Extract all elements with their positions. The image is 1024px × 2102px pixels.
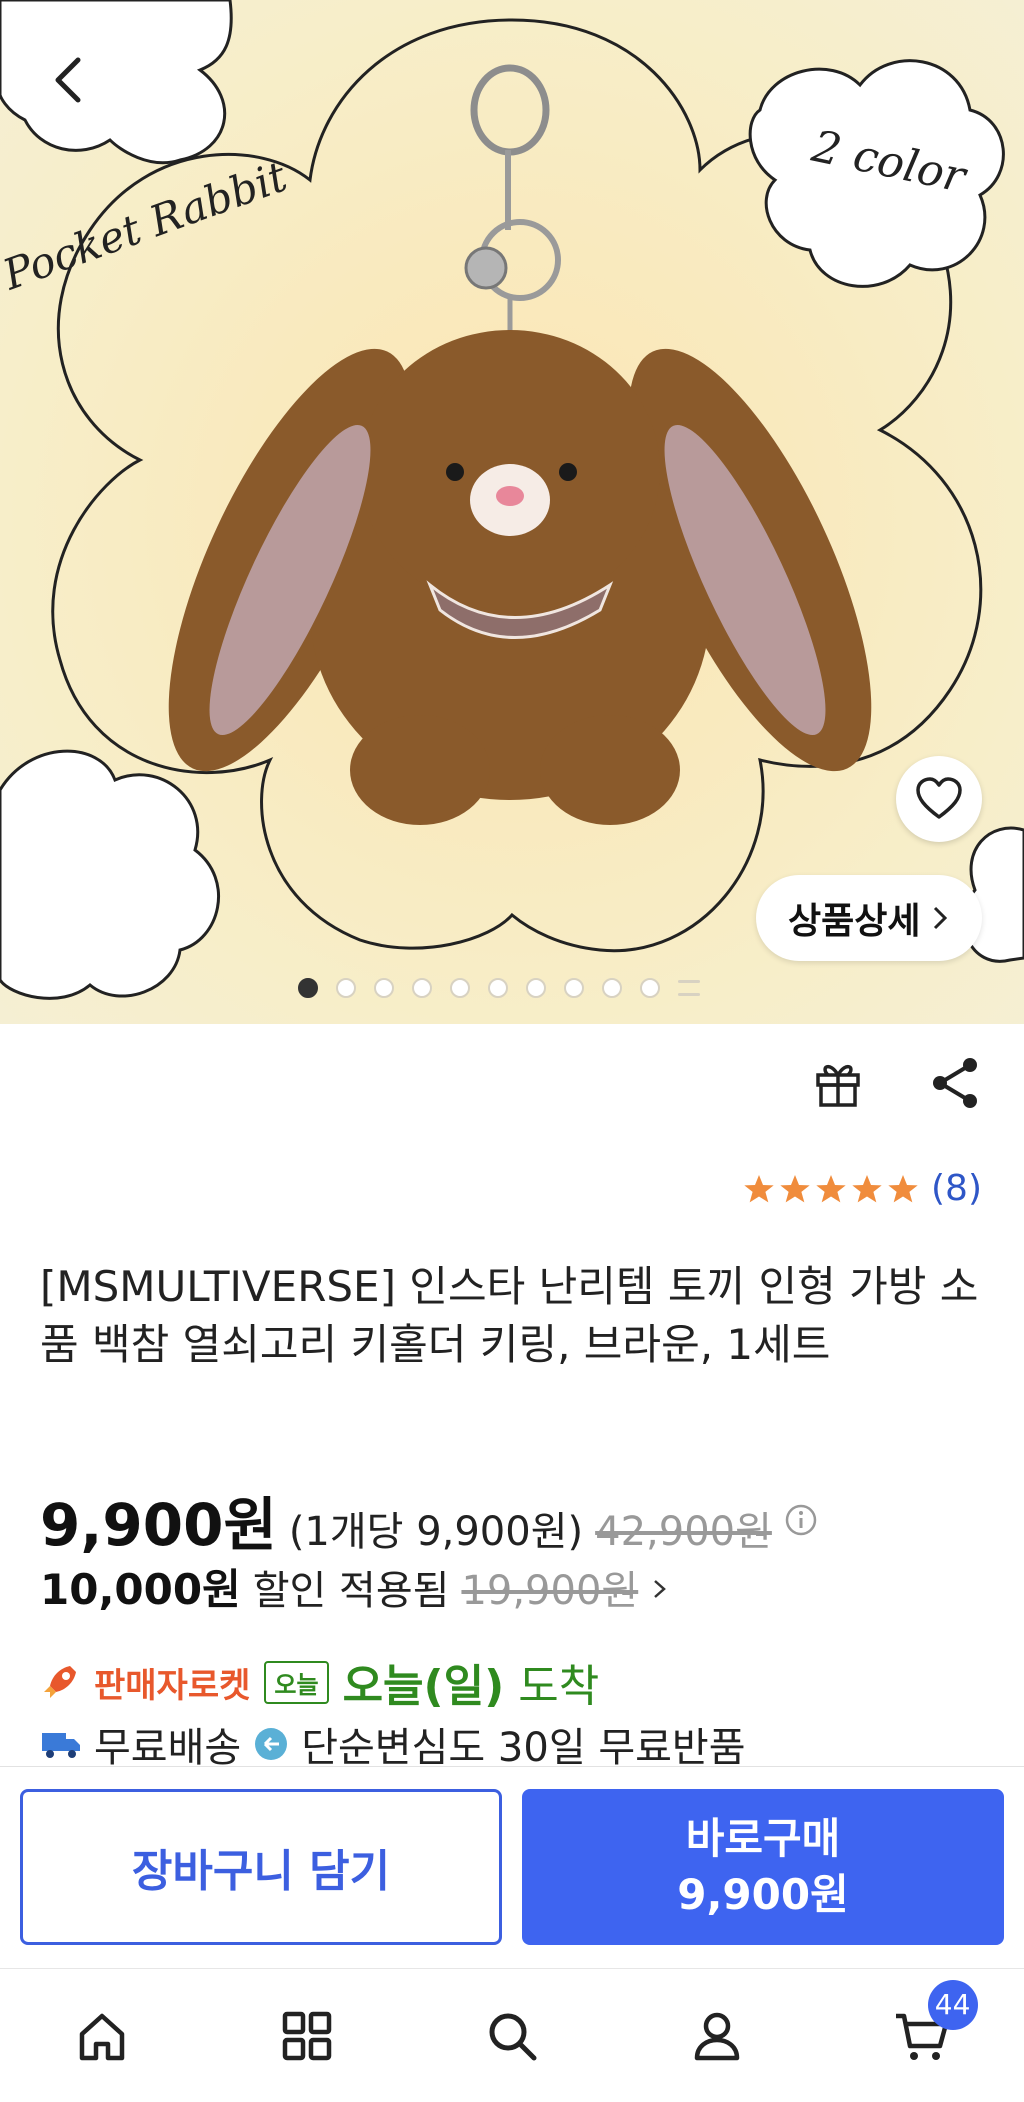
add-to-cart-button[interactable]: 장바구니 담기 (20, 1789, 502, 1945)
product-image-carousel[interactable]: Pocket Rabbit 2 color 상품상세 (0, 0, 1024, 1024)
gift-icon[interactable] (810, 1055, 866, 1111)
info-icon[interactable] (784, 1503, 818, 1537)
carousel-dot[interactable] (526, 978, 546, 998)
discount-original-price: 19,900원 (461, 1568, 639, 1614)
chevron-right-icon (934, 906, 948, 930)
price-row: 9,900원 (1개당 9,900원) 42,900원 (40, 1478, 818, 1562)
original-price: 42,900원 (595, 1509, 772, 1555)
sale-price: 9,900원 (40, 1491, 277, 1559)
today-badge: 오늘 (264, 1660, 329, 1704)
carousel-pagination (298, 978, 700, 998)
product-detail-button[interactable]: 상품상세 (756, 875, 983, 961)
product-actions (810, 1055, 984, 1111)
star-icon (852, 1174, 882, 1202)
buy-now-price: 9,900원 (677, 1870, 849, 1919)
carousel-dot[interactable] (488, 978, 508, 998)
carousel-dot[interactable] (412, 978, 432, 998)
unit-price: (1개당 9,900원) (288, 1509, 584, 1555)
review-count[interactable]: (8) (931, 1168, 982, 1209)
share-icon[interactable] (928, 1055, 984, 1111)
return-icon (255, 1728, 288, 1760)
hero-decoration: Pocket Rabbit 2 color (0, 0, 1024, 1000)
buy-now-button[interactable]: 바로구매 9,900원 (522, 1789, 1004, 1945)
carousel-dot[interactable] (640, 978, 660, 998)
free-return-text: 단순변심도 30일 무료반품 (301, 1725, 746, 1766)
pocket-rabbit-text: Pocket Rabbit (0, 152, 293, 300)
wishlist-button[interactable] (896, 756, 982, 842)
truck-icon (42, 1733, 80, 1758)
bottom-navigation: 44 (0, 1968, 1024, 2102)
rating[interactable]: (8) (743, 1168, 982, 1209)
star-icon (744, 1174, 774, 1202)
delivery-row: 판매자로켓 오늘 오늘(일) 도착 (40, 1650, 599, 1714)
product-title: [MSMULTIVERSE] 인스타 난리템 토끼 인형 가방 소품 백참 열쇠… (40, 1262, 979, 1369)
heart-icon (916, 777, 962, 819)
carousel-more-indicator[interactable] (678, 980, 700, 996)
carousel-dot[interactable] (374, 978, 394, 998)
carousel-dot[interactable] (336, 978, 356, 998)
carousel-dot[interactable] (450, 978, 470, 998)
arrival-day: 오늘(일) (342, 1661, 505, 1712)
search-icon[interactable] (482, 2006, 542, 2066)
star-icon (816, 1174, 846, 1202)
chevron-right-icon (654, 1580, 667, 1598)
user-icon[interactable] (687, 2006, 747, 2066)
home-icon[interactable] (72, 2006, 132, 2066)
back-icon[interactable] (40, 50, 100, 110)
product-detail-label: 상품상세 (788, 901, 921, 942)
carousel-dot[interactable] (602, 978, 622, 998)
cart-icon[interactable]: 44 (892, 1979, 978, 2066)
buy-now-label: 바로구매 (685, 1814, 841, 1863)
category-icon[interactable] (277, 2006, 337, 2066)
shipping-row: 무료배송 단순변심도 30일 무료반품 (40, 1722, 746, 1766)
star-icon (888, 1174, 918, 1202)
carousel-dot[interactable] (298, 978, 318, 998)
rocket-icon (44, 1666, 76, 1698)
arrival-text: 도착 (518, 1661, 600, 1712)
discount-amount: 10,000원 (40, 1565, 241, 1614)
purchase-bar: 장바구니 담기 바로구매 9,900원 (0, 1766, 1024, 1967)
discount-text: 할인 적용됨 (252, 1568, 450, 1614)
carousel-dot[interactable] (564, 978, 584, 998)
star-icon (780, 1174, 810, 1202)
discount-row[interactable]: 10,000원 할인 적용됨 19,900원 (40, 1556, 670, 1617)
cart-count-badge: 44 (927, 1979, 978, 2030)
seller-rocket-label: 판매자로켓 (94, 1665, 251, 1706)
free-shipping-text: 무료배송 (94, 1725, 242, 1766)
